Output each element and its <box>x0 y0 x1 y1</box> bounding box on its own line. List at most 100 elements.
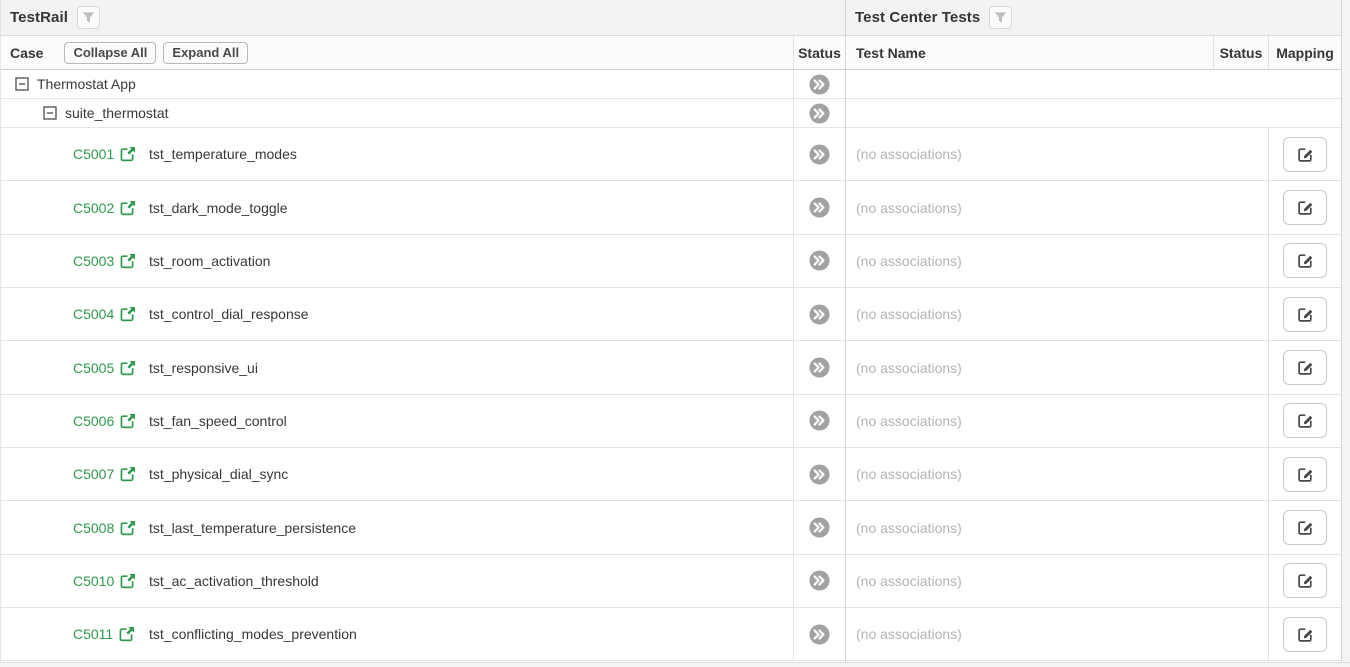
edit-mapping-button[interactable] <box>1283 137 1327 172</box>
external-link-icon[interactable] <box>120 413 136 429</box>
mapping-column-header: Mapping <box>1268 36 1341 69</box>
test-case-row: C5007 tst_physical_dial_sync <box>1 448 845 501</box>
testrail-titlebar: TestRail <box>1 0 845 36</box>
edit-mapping-button[interactable] <box>1283 350 1327 385</box>
right-status-column-header: Status <box>1213 36 1268 69</box>
case-id-link[interactable]: C5004 <box>73 306 114 322</box>
edit-pencil-icon <box>1297 626 1314 643</box>
no-associations-label: (no associations) <box>846 501 1268 553</box>
test-case-row: C5004 tst_control_dial_response <box>1 288 845 341</box>
edit-mapping-button[interactable] <box>1283 563 1327 598</box>
edit-mapping-button[interactable] <box>1283 190 1327 225</box>
edit-pencil-icon <box>1297 146 1314 163</box>
edit-mapping-button[interactable] <box>1283 457 1327 492</box>
test-center-panel: Test Center Tests Test Name Status Mappi… <box>846 0 1342 662</box>
external-link-icon[interactable] <box>120 306 136 322</box>
filter-icon <box>82 11 95 24</box>
edit-pencil-icon <box>1297 306 1314 323</box>
test-case-row: C5008 tst_last_temperature_persistence <box>1 501 845 554</box>
case-id-link[interactable]: C5007 <box>73 466 114 482</box>
association-row: (no associations) <box>846 181 1341 234</box>
no-associations-label: (no associations) <box>846 341 1268 393</box>
testrail-column-header: Case Collapse All Expand All Status <box>1 36 845 70</box>
no-associations-label: (no associations) <box>846 555 1268 607</box>
case-id-link[interactable]: C5001 <box>73 146 114 162</box>
collapse-toggle-icon[interactable] <box>15 77 29 91</box>
test-center-titlebar: Test Center Tests <box>846 0 1341 36</box>
test-case-row: C5001 tst_temperature_modes <box>1 128 845 181</box>
association-row: (no associations) <box>846 235 1341 288</box>
status-untested-icon <box>809 103 830 124</box>
association-row: (no associations) <box>846 395 1341 448</box>
test-case-row: C5005 tst_responsive_ui <box>1 341 845 394</box>
association-row: (no associations) <box>846 448 1341 501</box>
edit-pencil-icon <box>1297 252 1314 269</box>
test-center-filter-button[interactable] <box>989 6 1012 29</box>
case-name: tst_responsive_ui <box>149 360 258 376</box>
status-untested-icon <box>809 517 830 538</box>
case-id-link[interactable]: C5002 <box>73 200 114 216</box>
case-name: tst_fan_speed_control <box>149 413 287 429</box>
case-name: tst_dark_mode_toggle <box>149 200 288 216</box>
tree-row-suite[interactable]: suite_thermostat <box>1 99 845 128</box>
association-row: (no associations) <box>846 128 1341 181</box>
edit-mapping-button[interactable] <box>1283 297 1327 332</box>
association-row: (no associations) <box>846 608 1341 661</box>
case-name: tst_last_temperature_persistence <box>149 520 356 536</box>
edit-pencil-icon <box>1297 199 1314 216</box>
external-link-icon[interactable] <box>120 466 136 482</box>
status-untested-icon <box>809 304 830 325</box>
testrail-filter-button[interactable] <box>77 6 100 29</box>
edit-pencil-icon <box>1297 572 1314 589</box>
test-case-row: C5002 tst_dark_mode_toggle <box>1 181 845 234</box>
association-row: (no associations) <box>846 501 1341 554</box>
no-associations-label: (no associations) <box>846 181 1268 233</box>
no-associations-label: (no associations) <box>846 288 1268 340</box>
association-row: (no associations) <box>846 555 1341 608</box>
case-name: tst_conflicting_modes_prevention <box>149 626 357 642</box>
status-untested-icon <box>809 74 830 95</box>
association-row: (no associations) <box>846 341 1341 394</box>
case-id-link[interactable]: C5006 <box>73 413 114 429</box>
case-id-link[interactable]: C5010 <box>73 573 114 589</box>
status-untested-icon <box>809 570 830 591</box>
case-name: tst_temperature_modes <box>149 146 297 162</box>
empty-association-row <box>846 99 1341 128</box>
edit-mapping-button[interactable] <box>1283 403 1327 438</box>
case-name: tst_ac_activation_threshold <box>149 573 319 589</box>
status-untested-icon <box>809 624 830 645</box>
status-untested-icon <box>809 464 830 485</box>
external-link-icon[interactable] <box>120 520 136 536</box>
edit-mapping-button[interactable] <box>1283 510 1327 545</box>
collapse-toggle-icon[interactable] <box>43 106 57 120</box>
case-name: tst_room_activation <box>149 253 270 269</box>
external-link-icon[interactable] <box>120 573 136 589</box>
case-id-link[interactable]: C5003 <box>73 253 114 269</box>
external-link-icon[interactable] <box>120 200 136 216</box>
expand-all-button[interactable]: Expand All <box>163 42 248 64</box>
test-center-panel-title: Test Center Tests <box>855 9 980 26</box>
no-associations-label: (no associations) <box>846 235 1268 287</box>
edit-pencil-icon <box>1297 519 1314 536</box>
test-case-row: C5011 tst_conflicting_modes_prevention <box>1 608 845 661</box>
status-untested-icon <box>809 357 830 378</box>
case-id-link[interactable]: C5008 <box>73 520 114 536</box>
status-untested-icon <box>809 410 830 431</box>
page-background-gutter <box>1342 0 1350 662</box>
case-id-link[interactable]: C5011 <box>73 626 113 642</box>
no-associations-label: (no associations) <box>846 448 1268 500</box>
test-mapping-app: TestRail Case Collapse All Expand All St… <box>0 0 1350 667</box>
external-link-icon[interactable] <box>120 253 136 269</box>
edit-pencil-icon <box>1297 359 1314 376</box>
case-id-link[interactable]: C5005 <box>73 360 114 376</box>
edit-pencil-icon <box>1297 466 1314 483</box>
tree-row-project[interactable]: Thermostat App <box>1 70 845 99</box>
external-link-icon[interactable] <box>119 626 135 642</box>
external-link-icon[interactable] <box>120 360 136 376</box>
left-status-column-header: Status <box>793 36 845 69</box>
edit-mapping-button[interactable] <box>1283 617 1327 652</box>
edit-mapping-button[interactable] <box>1283 243 1327 278</box>
external-link-icon[interactable] <box>120 146 136 162</box>
status-untested-icon <box>809 250 830 271</box>
collapse-all-button[interactable]: Collapse All <box>64 42 156 64</box>
